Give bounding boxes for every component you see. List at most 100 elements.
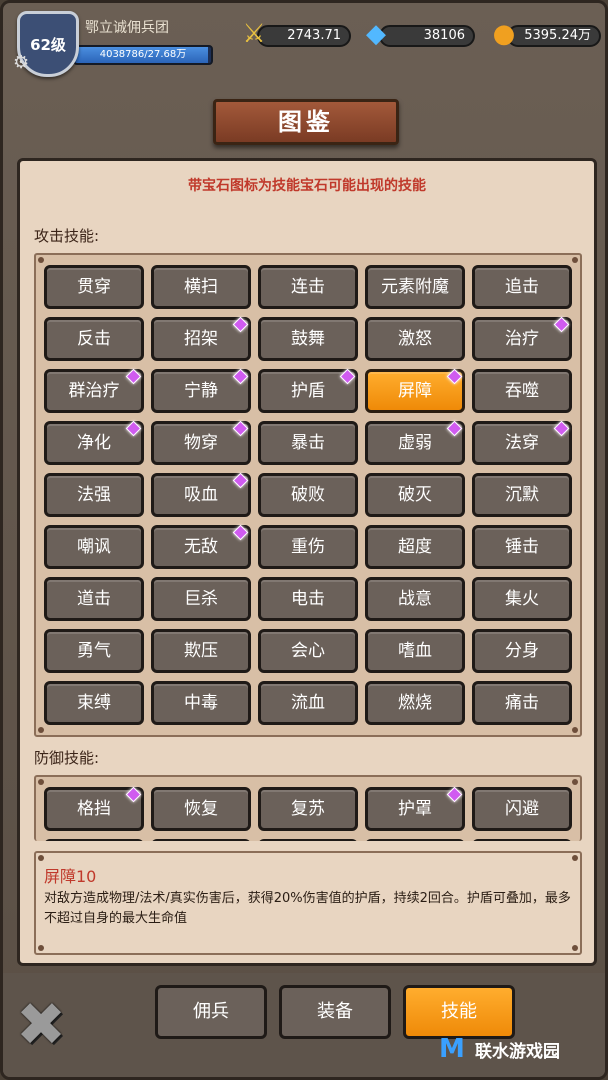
top-bar: 62级 ⚙ 鄂立诚佣兵团 4038786/27.68万 ⚔ 2743.71 ◆ … <box>3 3 605 83</box>
gem-icon <box>125 368 142 385</box>
skill-button[interactable]: 群治疗 <box>44 368 144 413</box>
watermark-text: 联水游戏园 <box>475 1041 560 1062</box>
skill-button[interactable]: 锤击 <box>472 525 572 569</box>
skill-button[interactable]: 超度 <box>365 525 465 569</box>
skill-button[interactable]: 勇气 <box>44 629 144 673</box>
skill-label: 超度 <box>398 537 432 557</box>
skill-button[interactable]: 屏障 <box>365 368 465 413</box>
skill-button[interactable]: 激怒 <box>365 317 465 361</box>
skill-button[interactable]: 治疗 <box>472 316 572 361</box>
skill-button[interactable]: 法穿 <box>472 420 572 465</box>
skill-button[interactable]: 吸血 <box>151 472 251 517</box>
skill-button[interactable]: 法强 <box>44 473 144 517</box>
skill-button[interactable]: 流血 <box>258 681 358 725</box>
skill-button[interactable]: 会心 <box>258 629 358 673</box>
skill-label: 护盾 <box>291 381 325 401</box>
skill-button[interactable]: 破败 <box>258 473 358 517</box>
skill-button[interactable]: 恢复 <box>151 787 251 831</box>
skill-button[interactable]: 暴击 <box>258 421 358 465</box>
skill-label: 燃烧 <box>398 693 432 713</box>
skill-label: 分身 <box>505 641 539 661</box>
skill-button[interactable]: 嘲讽 <box>44 525 144 569</box>
skill-button[interactable]: 招架 <box>151 316 251 361</box>
skill-label: 束缚 <box>77 693 111 713</box>
tab-skills[interactable]: 技能 <box>403 985 515 1039</box>
skill-button[interactable]: 格挡 <box>44 786 144 831</box>
skill-button[interactable]: 欺压 <box>151 629 251 673</box>
skill-button[interactable]: 重伤 <box>258 525 358 569</box>
skill-button-hidden[interactable] <box>44 839 144 841</box>
skill-button[interactable]: 连击 <box>258 265 358 309</box>
skill-button[interactable]: 束缚 <box>44 681 144 725</box>
skill-label: 贯穿 <box>77 277 111 297</box>
close-icon[interactable]: ✖ <box>13 995 69 1055</box>
skill-button[interactable]: 燃烧 <box>365 681 465 725</box>
skill-label: 复苏 <box>291 799 325 819</box>
skill-button[interactable]: 无敌 <box>151 524 251 569</box>
skill-button[interactable]: 战意 <box>365 577 465 621</box>
defense-section-label: 防御技能: <box>34 749 100 767</box>
skill-button-hidden[interactable] <box>472 839 572 841</box>
skill-label: 暴击 <box>291 433 325 453</box>
skill-label: 格挡 <box>77 799 111 819</box>
gem-icon <box>125 786 142 803</box>
skill-label: 追击 <box>505 277 539 297</box>
tab-equipment[interactable]: 装备 <box>279 985 391 1039</box>
level-text: 62级 <box>30 35 66 54</box>
skill-label: 锤击 <box>505 537 539 557</box>
skill-button[interactable]: 痛击 <box>472 681 572 725</box>
skill-button-hidden[interactable] <box>151 839 251 841</box>
guild-name: 鄂立诚佣兵团 <box>85 20 169 36</box>
skill-button[interactable]: 护盾 <box>258 368 358 413</box>
skill-button[interactable]: 横扫 <box>151 265 251 309</box>
skill-label: 道击 <box>77 589 111 609</box>
skill-label: 连击 <box>291 277 325 297</box>
exp-bar: 4038786/27.68万 <box>73 45 213 65</box>
skill-button[interactable]: 反击 <box>44 317 144 361</box>
skill-button[interactable]: 吞噬 <box>472 369 572 413</box>
skill-label: 反击 <box>77 329 111 349</box>
skill-label: 巨杀 <box>184 589 218 609</box>
gold-value: 5395.24万 <box>507 25 601 47</box>
tab-mercenary[interactable]: 佣兵 <box>155 985 267 1039</box>
skill-button-hidden[interactable] <box>365 839 465 841</box>
skill-button[interactable]: 护罩 <box>365 786 465 831</box>
skill-label: 会心 <box>291 641 325 661</box>
skill-label: 欺压 <box>184 641 218 661</box>
skill-button-hidden[interactable] <box>258 839 358 841</box>
skill-button[interactable]: 贯穿 <box>44 265 144 309</box>
skill-label: 破灭 <box>398 485 432 505</box>
skill-label: 破败 <box>291 485 325 505</box>
page-title: 图鉴 <box>213 99 399 145</box>
skill-button[interactable]: 巨杀 <box>151 577 251 621</box>
skill-button[interactable]: 闪避 <box>472 787 572 831</box>
skill-button[interactable]: 追击 <box>472 265 572 309</box>
diamond-icon: ◆ <box>366 19 386 49</box>
skill-label: 嗜血 <box>398 641 432 661</box>
skill-button[interactable]: 宁静 <box>151 368 251 413</box>
skill-button[interactable]: 嗜血 <box>365 629 465 673</box>
skill-button[interactable]: 沉默 <box>472 473 572 517</box>
gem-icon <box>232 316 249 333</box>
codex-screen: 62级 ⚙ 鄂立诚佣兵团 4038786/27.68万 ⚔ 2743.71 ◆ … <box>0 0 608 1080</box>
skill-label: 战意 <box>398 589 432 609</box>
skill-button[interactable]: 分身 <box>472 629 572 673</box>
gem-icon <box>232 524 249 541</box>
skill-button[interactable]: 复苏 <box>258 787 358 831</box>
skill-button[interactable]: 虚弱 <box>365 420 465 465</box>
skill-button[interactable]: 中毒 <box>151 681 251 725</box>
skill-button[interactable]: 物穿 <box>151 420 251 465</box>
power-value: 2743.71 <box>257 25 351 47</box>
skill-button[interactable]: 破灭 <box>365 473 465 517</box>
skill-button[interactable]: 鼓舞 <box>258 317 358 361</box>
skill-button[interactable]: 道击 <box>44 577 144 621</box>
gem-icon <box>446 420 463 437</box>
watermark-logo-icon: M <box>439 1034 465 1064</box>
gem-hint: 带宝石图标为技能宝石可能出现的技能 <box>188 178 426 194</box>
skill-label: 吸血 <box>184 485 218 505</box>
skill-button[interactable]: 元素附魔 <box>365 265 465 309</box>
skill-button[interactable]: 集火 <box>472 577 572 621</box>
gear-icon[interactable]: ⚙ <box>13 53 33 73</box>
skill-button[interactable]: 净化 <box>44 420 144 465</box>
skill-button[interactable]: 电击 <box>258 577 358 621</box>
